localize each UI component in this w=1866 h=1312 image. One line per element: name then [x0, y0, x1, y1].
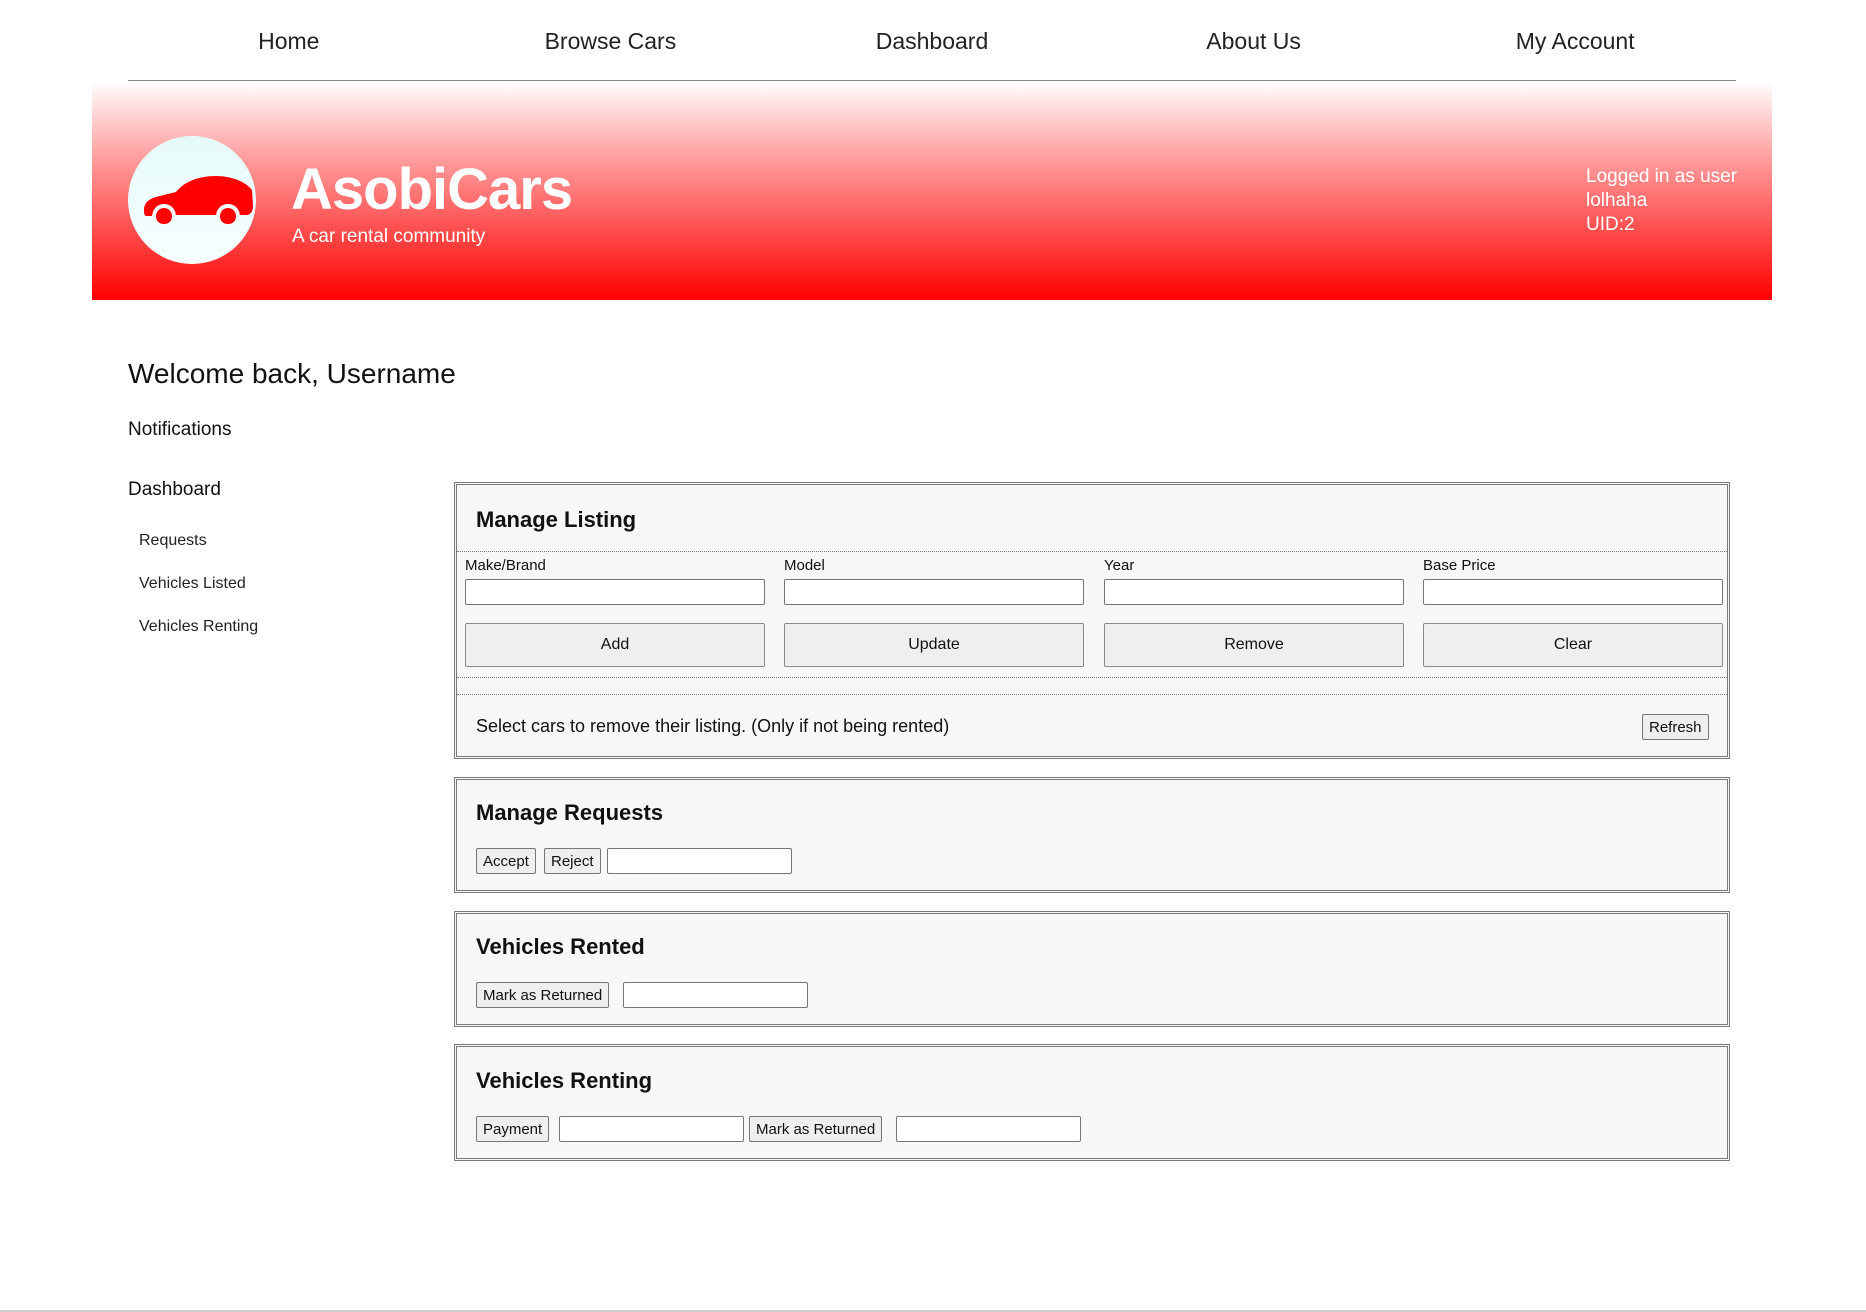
model-label: Model: [784, 557, 825, 574]
request-id-input[interactable]: [607, 848, 792, 874]
divider: [457, 551, 1727, 552]
mark-as-returned-button[interactable]: Mark as Returned: [476, 982, 610, 1008]
year-input[interactable]: [1104, 579, 1404, 605]
clear-button[interactable]: Clear: [1423, 623, 1723, 667]
sidebar-item-requests[interactable]: Requests: [139, 532, 207, 550]
accept-button[interactable]: Accept: [476, 848, 536, 874]
login-status: Logged in as user lolhaha UID:2: [1586, 165, 1737, 237]
renting-returned-input[interactable]: [896, 1116, 1081, 1142]
payment-input[interactable]: [559, 1116, 744, 1142]
rented-vehicle-input[interactable]: [623, 982, 808, 1008]
manage-listing-title: Manage Listing: [476, 507, 637, 532]
brand-logo: [128, 136, 256, 264]
nav-about-us-link[interactable]: About Us: [1093, 28, 1415, 55]
car-silhouette-icon: [144, 176, 253, 224]
sidebar-item-vehicles-listed[interactable]: Vehicles Listed: [139, 575, 246, 593]
login-uid: UID:2: [1586, 214, 1635, 235]
reject-button[interactable]: Reject: [544, 848, 601, 874]
mark-as-returned-button[interactable]: Mark as Returned: [749, 1116, 883, 1142]
year-label: Year: [1104, 557, 1135, 574]
vehicles-rented-panel: Vehicles Rented Mark as Returned: [454, 911, 1730, 1027]
model-input[interactable]: [784, 579, 1084, 605]
vehicles-renting-title: Vehicles Renting: [476, 1068, 653, 1093]
base-price-label: Base Price: [1423, 557, 1496, 574]
nav-home-link[interactable]: Home: [128, 28, 450, 55]
make-brand-input[interactable]: [465, 579, 765, 605]
nav-dashboard-link[interactable]: Dashboard: [771, 28, 1093, 55]
payment-button[interactable]: Payment: [476, 1116, 550, 1142]
sidebar-dashboard-link[interactable]: Dashboard: [128, 479, 221, 501]
vehicles-rented-title: Vehicles Rented: [476, 934, 645, 959]
make-brand-label: Make/Brand: [465, 557, 546, 574]
manage-listing-panel: Manage Listing Make/Brand Model Year Bas…: [454, 482, 1730, 759]
remove-listing-note: Select cars to remove their listing. (On…: [476, 716, 950, 736]
welcome-heading: Welcome back, Username: [128, 358, 456, 389]
divider: [457, 677, 1727, 678]
add-button[interactable]: Add: [465, 623, 765, 667]
vehicles-renting-panel: Vehicles Renting Payment Mark as Returne…: [454, 1044, 1730, 1161]
divider: [457, 694, 1727, 695]
top-nav: Home Browse Cars Dashboard About Us My A…: [128, 0, 1736, 81]
update-button[interactable]: Update: [784, 623, 1084, 667]
brand-title: AsobiCars: [291, 157, 573, 222]
manage-requests-title: Manage Requests: [476, 800, 664, 825]
manage-requests-panel: Manage Requests Accept Reject: [454, 777, 1730, 893]
nav-my-account-link[interactable]: My Account: [1414, 28, 1736, 55]
login-status-label: Logged in as user: [1586, 166, 1738, 187]
remove-button[interactable]: Remove: [1104, 623, 1404, 667]
nav-browse-cars-link[interactable]: Browse Cars: [450, 28, 772, 55]
login-username: lolhaha: [1586, 190, 1648, 211]
sidebar-notifications-link[interactable]: Notifications: [128, 419, 232, 441]
brand-subtitle: A car rental community: [292, 226, 486, 247]
base-price-input[interactable]: [1423, 579, 1723, 605]
refresh-button[interactable]: Refresh: [1642, 714, 1709, 740]
sidebar-item-vehicles-renting[interactable]: Vehicles Renting: [139, 618, 258, 636]
